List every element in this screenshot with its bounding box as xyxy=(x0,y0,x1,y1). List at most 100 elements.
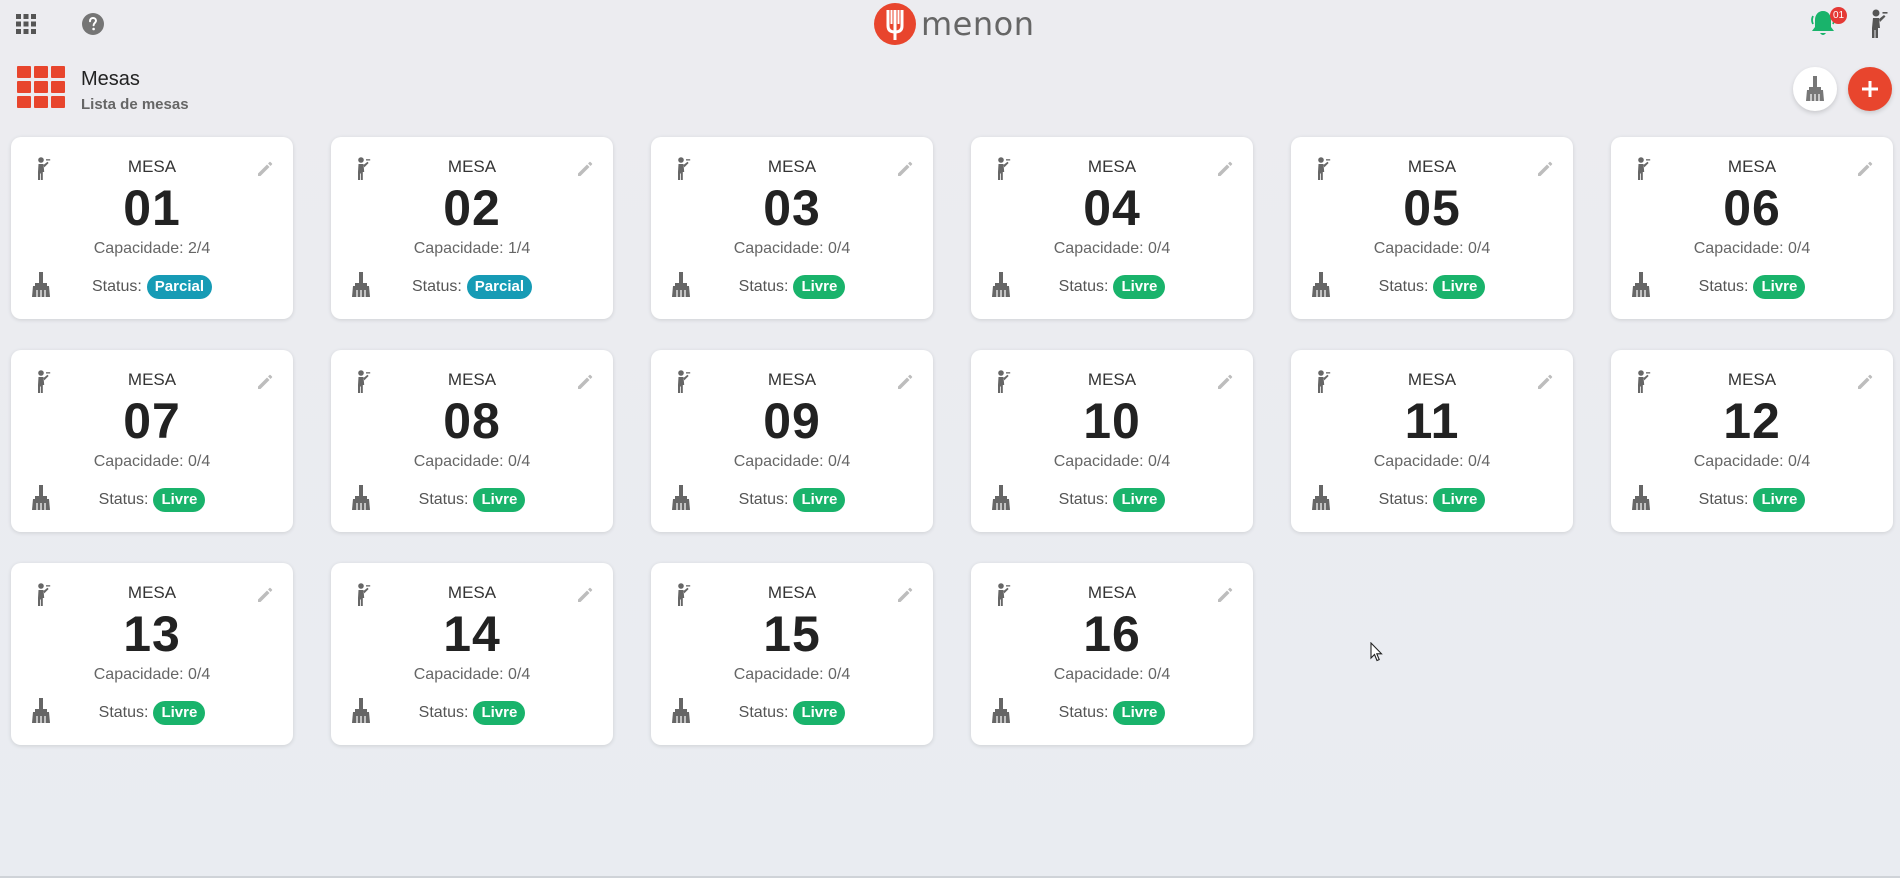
table-capacity: Capacidade: 0/4 xyxy=(1693,453,1811,470)
status-row: Status: Livre xyxy=(331,701,613,725)
status-row: Status: Livre xyxy=(1611,488,1893,512)
pencil-icon[interactable] xyxy=(895,372,915,392)
status-label: Status: xyxy=(1698,491,1749,508)
tables-grid: MESA 01 Capacidade: 2/4 Status: Parcial … xyxy=(11,137,1893,745)
table-card-06[interactable]: MESA 06 Capacidade: 0/4 Status: Livre xyxy=(1611,137,1893,319)
status-row: Status: Livre xyxy=(971,701,1253,725)
mesa-label: MESA xyxy=(447,157,497,176)
table-number: 15 xyxy=(763,606,821,662)
pencil-icon[interactable] xyxy=(1535,372,1555,392)
pencil-icon[interactable] xyxy=(575,585,595,605)
status-label: Status: xyxy=(98,491,149,508)
pencil-icon[interactable] xyxy=(255,372,275,392)
status-badge: Livre xyxy=(473,701,526,725)
page-title: Mesas xyxy=(81,68,140,90)
table-card-08[interactable]: MESA 08 Capacidade: 0/4 Status: Livre xyxy=(331,350,613,532)
pencil-icon[interactable] xyxy=(1855,159,1875,179)
status-label: Status: xyxy=(1058,704,1109,721)
table-capacity: Capacidade: 1/4 xyxy=(413,240,531,257)
broom-icon xyxy=(1806,76,1824,101)
status-row: Status: Livre xyxy=(1291,488,1573,512)
status-row: Status: Parcial xyxy=(331,275,613,299)
table-card-12[interactable]: MESA 12 Capacidade: 0/4 Status: Livre xyxy=(1611,350,1893,532)
waiter-profile-icon[interactable] xyxy=(1862,8,1890,40)
table-capacity: Capacidade: 0/4 xyxy=(733,453,851,470)
table-number: 02 xyxy=(443,180,501,236)
pencil-icon[interactable] xyxy=(1535,159,1555,179)
table-number: 05 xyxy=(1403,180,1461,236)
table-card-09[interactable]: MESA 09 Capacidade: 0/4 Status: Livre xyxy=(651,350,933,532)
table-number: 11 xyxy=(1404,393,1460,449)
apps-grid-icon[interactable] xyxy=(13,11,39,37)
mesa-label: MESA xyxy=(767,157,817,176)
add-table-button[interactable] xyxy=(1848,67,1892,111)
table-capacity: Capacidade: 0/4 xyxy=(93,666,211,683)
mesa-label: MESA xyxy=(447,370,497,389)
status-badge: Livre xyxy=(1753,488,1806,512)
status-row: Status: Livre xyxy=(651,701,933,725)
clean-all-button[interactable] xyxy=(1793,67,1837,111)
table-number: 06 xyxy=(1723,180,1781,236)
mesa-label: MESA xyxy=(1727,370,1777,389)
mesa-label: MESA xyxy=(1727,157,1777,176)
status-label: Status: xyxy=(1378,278,1429,295)
header-actions xyxy=(1793,67,1892,111)
status-label: Status: xyxy=(91,278,142,295)
table-number: 09 xyxy=(763,393,821,449)
pencil-icon[interactable] xyxy=(1215,159,1235,179)
table-capacity: Capacidade: 0/4 xyxy=(93,453,211,470)
status-badge: Livre xyxy=(1113,488,1166,512)
status-label: Status: xyxy=(418,704,469,721)
status-row: Status: Livre xyxy=(1291,275,1573,299)
status-badge: Livre xyxy=(473,488,526,512)
status-badge: Livre xyxy=(1113,275,1166,299)
table-number: 03 xyxy=(763,180,821,236)
pencil-icon[interactable] xyxy=(1215,585,1235,605)
table-card-16[interactable]: MESA 16 Capacidade: 0/4 Status: Livre xyxy=(971,563,1253,745)
table-card-04[interactable]: MESA 04 Capacidade: 0/4 Status: Livre xyxy=(971,137,1253,319)
status-badge: Parcial xyxy=(146,275,213,299)
table-card-07[interactable]: MESA 07 Capacidade: 0/4 Status: Livre xyxy=(11,350,293,532)
help-icon[interactable] xyxy=(80,11,106,37)
table-number: 01 xyxy=(123,180,181,236)
pencil-icon[interactable] xyxy=(255,585,275,605)
mouse-cursor-icon xyxy=(1370,642,1383,662)
table-card-05[interactable]: MESA 05 Capacidade: 0/4 Status: Livre xyxy=(1291,137,1573,319)
table-card-03[interactable]: MESA 03 Capacidade: 0/4 Status: Livre xyxy=(651,137,933,319)
plus-icon xyxy=(1862,81,1878,97)
pencil-icon[interactable] xyxy=(895,159,915,179)
table-card-11[interactable]: MESA 11 Capacidade: 0/4 Status: Livre xyxy=(1291,350,1573,532)
table-card-14[interactable]: MESA 14 Capacidade: 0/4 Status: Livre xyxy=(331,563,613,745)
mesa-label: MESA xyxy=(1087,370,1137,389)
top-bar: menon 01 xyxy=(0,0,1900,48)
status-label: Status: xyxy=(418,491,469,508)
status-label: Status: xyxy=(1058,491,1109,508)
table-card-13[interactable]: MESA 13 Capacidade: 0/4 Status: Livre xyxy=(11,563,293,745)
pencil-icon[interactable] xyxy=(575,159,595,179)
status-label: Status: xyxy=(738,704,789,721)
status-label: Status: xyxy=(98,704,149,721)
status-row: Status: Livre xyxy=(971,488,1253,512)
status-badge: Livre xyxy=(153,701,206,725)
mesa-label: MESA xyxy=(767,370,817,389)
table-number: 12 xyxy=(1723,393,1781,449)
table-capacity: Capacidade: 0/4 xyxy=(1053,453,1171,470)
table-card-10[interactable]: MESA 10 Capacidade: 0/4 Status: Livre xyxy=(971,350,1253,532)
pencil-icon[interactable] xyxy=(1215,372,1235,392)
mesa-label: MESA xyxy=(1407,370,1457,389)
status-badge: Livre xyxy=(1433,275,1486,299)
table-capacity: Capacidade: 2/4 xyxy=(93,240,211,257)
table-card-01[interactable]: MESA 01 Capacidade: 2/4 Status: Parcial xyxy=(11,137,293,319)
menon-logo-icon xyxy=(874,3,916,45)
pencil-icon[interactable] xyxy=(895,585,915,605)
table-capacity: Capacidade: 0/4 xyxy=(1373,453,1491,470)
status-badge: Livre xyxy=(793,701,846,725)
logo-text: menon xyxy=(921,5,1035,43)
table-card-02[interactable]: MESA 02 Capacidade: 1/4 Status: Parcial xyxy=(331,137,613,319)
pencil-icon[interactable] xyxy=(1855,372,1875,392)
pencil-icon[interactable] xyxy=(255,159,275,179)
pencil-icon[interactable] xyxy=(575,372,595,392)
mesa-label: MESA xyxy=(127,583,177,602)
status-row: Status: Livre xyxy=(971,275,1253,299)
table-card-15[interactable]: MESA 15 Capacidade: 0/4 Status: Livre xyxy=(651,563,933,745)
